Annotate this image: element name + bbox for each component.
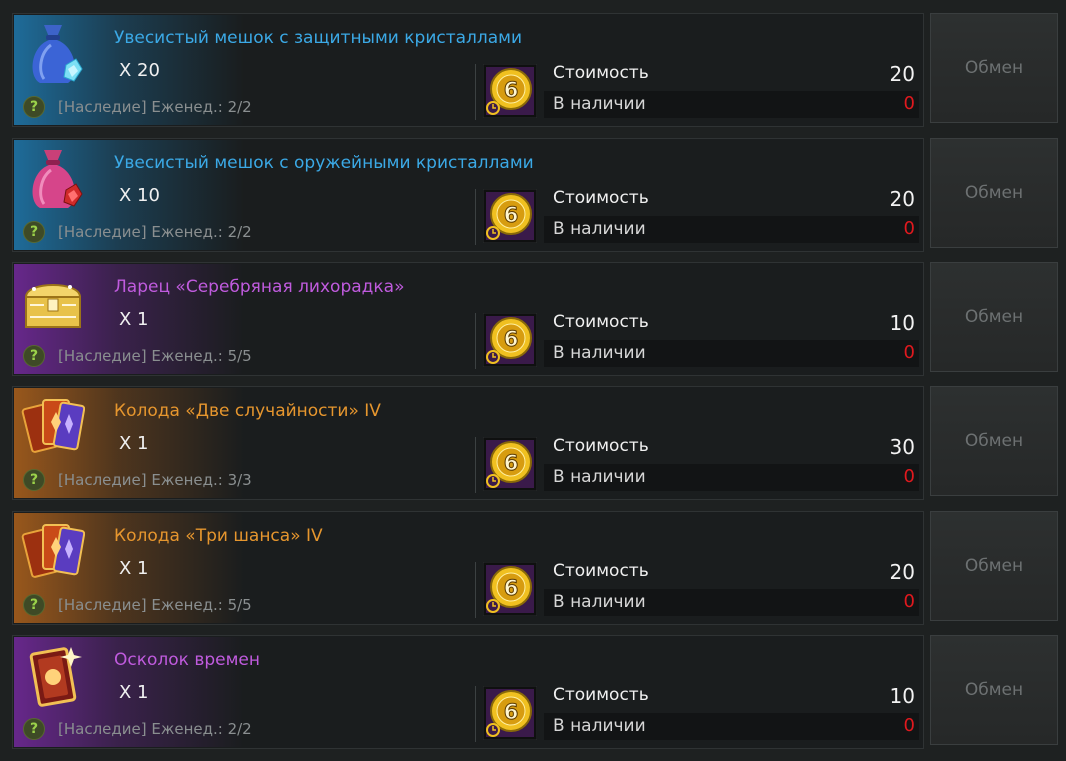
- stock-value: 0: [903, 466, 915, 487]
- item-card: Колода «Две случайности» IV X 1? [Наследие…: [12, 386, 924, 500]
- item-name: Увесистый мешок с защитными кристаллами: [114, 28, 523, 48]
- item-card: Увесистый мешок с защитными кристаллами X…: [12, 13, 924, 127]
- cost-label: Стоимость: [553, 561, 649, 581]
- item-name: Осколок времен: [114, 650, 261, 670]
- exchange-row: Колода «Три шанса» IV X 1? [Наследие] Ежен…: [12, 511, 1058, 625]
- weekly-limit: [Наследие] Еженед.: 5/5: [58, 347, 252, 365]
- stock-value: 0: [903, 715, 915, 736]
- card-deck-icon[interactable]: [19, 393, 87, 461]
- item-name: Увесистый мешок с оружейными кристаллами: [114, 153, 534, 173]
- stock-label: В наличии: [553, 592, 646, 612]
- exchange-button[interactable]: Обмен: [930, 262, 1058, 372]
- cost-value: 20: [889, 62, 915, 86]
- cost-value: 30: [889, 435, 915, 459]
- item-name: Ларец «Серебряная лихорадка»: [114, 277, 405, 297]
- svg-text:6: 6: [504, 203, 519, 227]
- gold-coin-6-icon: 6: [482, 63, 538, 119]
- help-icon[interactable]: ?: [23, 345, 45, 367]
- cost-label: Стоимость: [553, 312, 649, 332]
- item-quantity: X 1: [119, 433, 149, 454]
- cost-label: Стоимость: [553, 436, 649, 456]
- divider: [475, 64, 476, 120]
- stock-label: В наличии: [553, 467, 646, 487]
- cost-value: 10: [889, 684, 915, 708]
- cost-value: 10: [889, 311, 915, 335]
- weekly-limit: [Наследие] Еженед.: 2/2: [58, 720, 252, 738]
- exchange-row: Увесистый мешок с защитными кристаллами X…: [12, 13, 1058, 127]
- golden-chest-icon[interactable]: [19, 269, 87, 337]
- gold-coin-6-icon: 6: [482, 436, 538, 492]
- stock-value: 0: [903, 93, 915, 114]
- cost-label: Стоимость: [553, 63, 649, 83]
- item-name: Колода «Три шанса» IV: [114, 526, 323, 546]
- item-card: Колода «Три шанса» IV X 1? [Наследие] Ежен…: [12, 511, 924, 625]
- svg-text:6: 6: [504, 78, 519, 102]
- help-icon[interactable]: ?: [23, 594, 45, 616]
- cost-label: Стоимость: [553, 188, 649, 208]
- svg-text:6: 6: [504, 576, 519, 600]
- cost-value: 20: [889, 560, 915, 584]
- cost-label: Стоимость: [553, 685, 649, 705]
- stock-label: В наличии: [553, 343, 646, 363]
- divider: [475, 562, 476, 618]
- svg-text:6: 6: [504, 700, 519, 724]
- exchange-button[interactable]: Обмен: [930, 13, 1058, 123]
- weekly-limit: [Наследие] Еженед.: 2/2: [58, 98, 252, 116]
- stock-label: В наличии: [553, 716, 646, 736]
- card-deck-icon[interactable]: [19, 518, 87, 586]
- item-name: Колода «Две случайности» IV: [114, 401, 381, 421]
- divider: [475, 437, 476, 493]
- exchange-button[interactable]: Обмен: [930, 138, 1058, 248]
- weekly-limit: [Наследие] Еженед.: 2/2: [58, 223, 252, 241]
- help-icon[interactable]: ?: [23, 718, 45, 740]
- divider: [475, 189, 476, 245]
- help-icon[interactable]: ?: [23, 96, 45, 118]
- svg-text:6: 6: [504, 451, 519, 475]
- item-quantity: X 20: [119, 60, 160, 81]
- help-icon[interactable]: ?: [23, 469, 45, 491]
- item-quantity: X 1: [119, 309, 149, 330]
- time-shard-card-icon[interactable]: [19, 642, 87, 710]
- stock-value: 0: [903, 342, 915, 363]
- exchange-button[interactable]: Обмен: [930, 635, 1058, 745]
- pink-crystal-bag-icon[interactable]: [19, 145, 87, 213]
- item-card: Осколок времен X 1? [Наследие] Еженед.: 2/…: [12, 635, 924, 749]
- exchange-row: Колода «Две случайности» IV X 1? [Наследие…: [12, 386, 1058, 500]
- item-quantity: X 1: [119, 558, 149, 579]
- divider: [475, 313, 476, 369]
- item-quantity: X 1: [119, 682, 149, 703]
- exchange-list: Увесистый мешок с защитными кристаллами X…: [0, 0, 1066, 761]
- weekly-limit: [Наследие] Еженед.: 3/3: [58, 471, 252, 489]
- exchange-button[interactable]: Обмен: [930, 511, 1058, 621]
- gold-coin-6-icon: 6: [482, 188, 538, 244]
- blue-crystal-bag-icon[interactable]: [19, 20, 87, 88]
- exchange-row: Увесистый мешок с оружейными кристаллами…: [12, 138, 1058, 252]
- stock-value: 0: [903, 591, 915, 612]
- gold-coin-6-icon: 6: [482, 561, 538, 617]
- exchange-button[interactable]: Обмен: [930, 386, 1058, 496]
- help-icon[interactable]: ?: [23, 221, 45, 243]
- gold-coin-6-icon: 6: [482, 685, 538, 741]
- exchange-row: Осколок времен X 1? [Наследие] Еженед.: 2/…: [12, 635, 1058, 749]
- cost-value: 20: [889, 187, 915, 211]
- weekly-limit: [Наследие] Еженед.: 5/5: [58, 596, 252, 614]
- item-card: Увесистый мешок с оружейными кристаллами…: [12, 138, 924, 252]
- stock-label: В наличии: [553, 219, 646, 239]
- divider: [475, 686, 476, 742]
- svg-text:6: 6: [504, 327, 519, 351]
- gold-coin-6-icon: 6: [482, 312, 538, 368]
- item-card: Ларец «Серебряная лихорадка» X 1? [Наследи…: [12, 262, 924, 376]
- item-quantity: X 10: [119, 185, 160, 206]
- stock-label: В наличии: [553, 94, 646, 114]
- stock-value: 0: [903, 218, 915, 239]
- exchange-row: Ларец «Серебряная лихорадка» X 1? [Наследи…: [12, 262, 1058, 376]
